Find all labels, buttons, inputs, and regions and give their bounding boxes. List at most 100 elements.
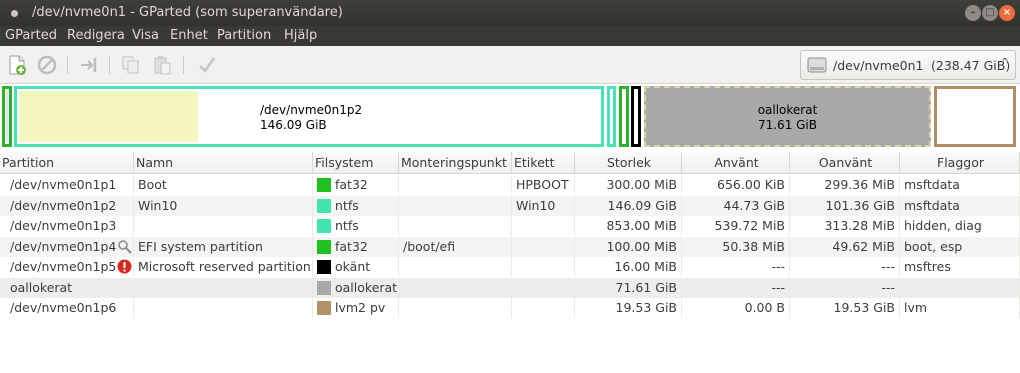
window-title: /dev/nvme0n1 - GParted (som superanvända…	[32, 5, 343, 20]
cell-partition: oallokerat	[0, 277, 134, 298]
cell-fs: ntfs	[313, 216, 399, 236]
cell-partition: /dev/nvme0n1p5	[0, 257, 134, 277]
cell-text-name: Microsoft reserved partition	[138, 259, 311, 274]
map-used-space	[19, 91, 198, 142]
apply-icon[interactable]	[196, 54, 218, 76]
col-namn[interactable]: Namn	[134, 152, 313, 174]
cell-size: 853.00 MiB	[575, 216, 682, 236]
menu-gparted[interactable]: GParted	[5, 28, 57, 43]
cell-text-used: 44.73 GiB	[723, 197, 786, 213]
title-bar[interactable]: /dev/nvme0n1 - GParted (som superanvända…	[0, 0, 1020, 26]
cell-text-size: 16.00 MiB	[614, 259, 677, 274]
filesystem-color-swatch	[317, 280, 331, 295]
filesystem-color-swatch	[317, 178, 331, 192]
cell-mount	[399, 195, 512, 216]
cell-partition: /dev/nvme0n1p6	[0, 298, 134, 318]
cell-text-name: Boot	[138, 177, 167, 192]
cell-text-unused: 299.36 MiB	[824, 177, 895, 192]
col-oanvant[interactable]: Oanvänt	[790, 152, 900, 174]
cell-unused: 49.62 MiB	[790, 236, 900, 257]
cell-partition: /dev/nvme0n1p3	[0, 216, 134, 236]
cell-size: 146.09 GiB	[575, 195, 682, 216]
cell-fs: ntfs	[313, 195, 399, 216]
minimize-icon[interactable]: –	[965, 5, 981, 21]
cell-unused: 101.36 GiB	[790, 195, 900, 216]
map-partition-p5[interactable]	[631, 86, 641, 147]
window-menu-icon[interactable]	[11, 10, 18, 17]
cell-text-size: 71.61 GiB	[615, 279, 678, 295]
table-row[interactable]: /dev/nvme0n1p3 ntfs 853.00 MiB 539.72 MiB 31…	[0, 216, 1020, 237]
close-icon[interactable]: ×	[999, 5, 1015, 21]
mounted-key-icon	[117, 239, 132, 254]
copy-icon[interactable]	[120, 54, 142, 76]
col-monteringspunkt[interactable]: Monteringspunkt	[399, 152, 512, 174]
new-partition-icon[interactable]	[6, 54, 28, 76]
cell-size: 300.00 MiB	[575, 175, 682, 195]
table-row[interactable]: /dev/nvme0n1p6 lvm2 pv 19.53 GiB 0.00 B 19.5…	[0, 298, 1020, 319]
col-flaggor[interactable]: Flaggor	[900, 152, 1020, 174]
resize-move-icon[interactable]	[78, 54, 100, 76]
menu-redigera[interactable]: Redigera	[67, 28, 125, 43]
cell-text-label: HPBOOT	[516, 177, 569, 192]
cell-text-fs: okänt	[335, 259, 371, 274]
cell-text-partition: /dev/nvme0n1p6	[10, 300, 117, 315]
map-unallocated[interactable]: oallokerat 71.61 GiB	[644, 86, 931, 147]
cell-label	[512, 277, 575, 298]
cell-size: 71.61 GiB	[575, 277, 682, 298]
cell-text-size: 853.00 MiB	[606, 218, 677, 233]
map-partition-p3[interactable]	[607, 86, 616, 147]
partition-map: /dev/nvme0n1p2 146.09 GiB oallokerat 71.…	[0, 84, 1020, 150]
map-partition-p4[interactable]	[619, 86, 629, 147]
cell-text-used: 0.00 B	[744, 300, 785, 315]
map-partition-p1[interactable]	[2, 86, 12, 147]
cell-text-flags: boot, esp	[904, 238, 963, 254]
menu-hjalp[interactable]: Hjälp	[284, 28, 317, 43]
map-partition-p6[interactable]	[934, 86, 1016, 147]
cell-text-mount: /boot/efi	[403, 238, 456, 254]
col-partition[interactable]: Partition	[0, 152, 134, 174]
cell-text-unused: ---	[881, 279, 895, 295]
cell-text-flags: hidden, diag	[904, 218, 982, 233]
cell-name: Win10	[134, 195, 313, 216]
table-row[interactable]: /dev/nvme0n1p4 EFI system partition fat32 /…	[0, 236, 1020, 257]
cell-text-used: 656.00 KiB	[717, 177, 785, 192]
maximize-icon[interactable]: □	[982, 5, 998, 21]
cell-mount	[399, 216, 512, 236]
cell-flags: msftdata	[900, 175, 1020, 195]
cell-text-used: ---	[771, 259, 785, 274]
col-anvant[interactable]: Använt	[682, 152, 790, 174]
map-p2-name: /dev/nvme0n1p2	[260, 103, 363, 117]
cell-flags: boot, esp	[900, 236, 1020, 257]
cell-text-flags: msftdata	[904, 177, 960, 192]
col-storlek[interactable]: Storlek	[575, 152, 682, 174]
menu-enhet[interactable]: Enhet	[170, 28, 208, 43]
menu-bar: GParted Redigera Visa Enhet Partition Hj…	[0, 26, 1020, 46]
cell-fs: oallokerat	[313, 277, 399, 298]
table-row[interactable]: /dev/nvme0n1p5 Microsoft reserved partiti…	[0, 257, 1020, 278]
cell-mount: /boot/efi	[399, 236, 512, 257]
table-row[interactable]: /dev/nvme0n1p1 Boot fat32 HPBOOT 300.00 MiB 6…	[0, 175, 1020, 196]
cell-flags	[900, 277, 1020, 298]
hard-disk-icon	[807, 56, 827, 74]
col-etikett[interactable]: Etikett	[512, 152, 575, 174]
col-filsystem[interactable]: Filsystem	[313, 152, 399, 174]
filesystem-color-swatch	[317, 260, 331, 274]
menu-partition[interactable]: Partition	[217, 28, 271, 43]
table-row[interactable]: /dev/nvme0n1p2 Win10 ntfs Win10 146.09 GiB 44…	[0, 195, 1020, 216]
paste-icon[interactable]	[151, 54, 173, 76]
cell-used: 50.38 MiB	[682, 236, 790, 257]
cell-text-unused: ---	[881, 259, 895, 274]
cell-text-name: Win10	[138, 197, 178, 213]
cell-text-used: 50.38 MiB	[722, 238, 785, 254]
device-selector[interactable]: /dev/nvme0n1 (238.47 GiB) ⌃	[800, 50, 1016, 80]
cell-used: 0.00 B	[682, 298, 790, 318]
menu-visa[interactable]: Visa	[132, 28, 159, 43]
table-row[interactable]: oallokerat oallokerat 71.61 GiB --- ---	[0, 277, 1020, 298]
cell-label: HPBOOT	[512, 175, 575, 195]
map-partition-p2[interactable]: /dev/nvme0n1p2 146.09 GiB	[14, 86, 604, 147]
cell-name: EFI system partition	[134, 236, 313, 257]
cell-flags: lvm	[900, 298, 1020, 318]
window-controls: – □ ×	[965, 5, 1015, 21]
delete-icon[interactable]	[36, 54, 58, 76]
chevron-updown-icon: ⌃	[1000, 57, 1009, 68]
